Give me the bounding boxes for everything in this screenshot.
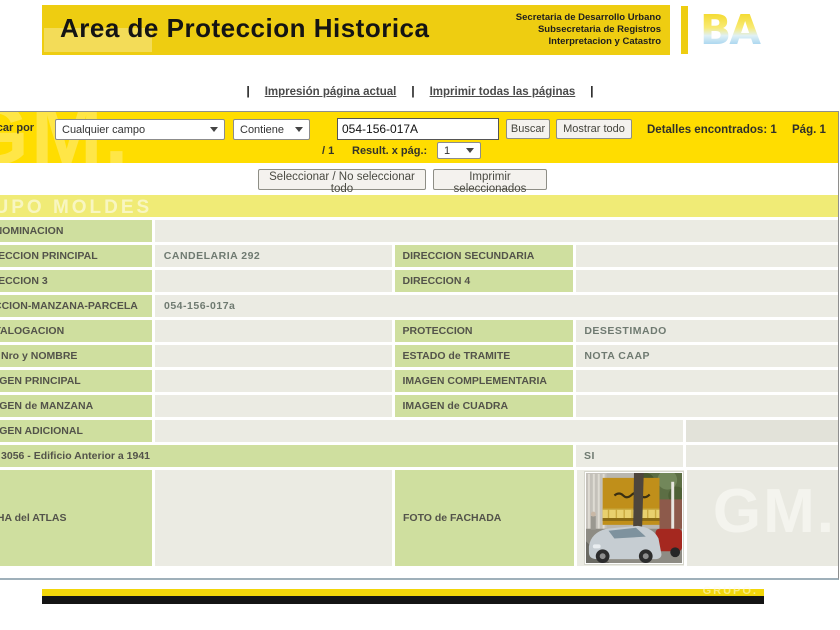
show-all-button[interactable]: Mostrar todo: [556, 119, 632, 139]
field-label-proteccion: PROTECCION: [395, 320, 574, 342]
foto-de-fachada-cell: [577, 470, 684, 566]
ba-logo: BA: [700, 8, 768, 52]
field-label-ley-3056: Ley 3056 - Edificio Anterior a 1941: [0, 445, 573, 467]
table-row: CATALOGACION PROTECCION DESESTIMADO: [0, 320, 838, 342]
facade-photo[interactable]: [584, 471, 684, 565]
table-row: Ley Nro y NOMBRE ESTADO de TRAMITE NOTA …: [0, 345, 838, 367]
chevron-down-icon: [295, 127, 303, 132]
actions-row: Seleccionar / No seleccionar todo Imprim…: [0, 163, 838, 195]
table-row: IMAGEN de MANZANA IMAGEN de CUADRA: [0, 395, 838, 417]
field-value-ficha-del-atlas: [155, 470, 392, 566]
field-label-foto-de-fachada: FOTO de FACHADA: [395, 470, 574, 566]
table-filler: [686, 445, 838, 467]
of-pages-label: / 1: [322, 145, 334, 157]
field-value-ley-nro-nombre: [155, 345, 392, 367]
grupo-moldes-watermark: GRUPO MOLDES: [0, 197, 152, 217]
banner-background: Area de Proteccion Historica Secretaria …: [42, 5, 670, 55]
field-value-imagen-adicional: [155, 420, 683, 442]
table-row: DIRECCION 3 DIRECCION 4: [0, 270, 838, 292]
field-label-direccion-secundaria: DIRECCION SECUNDARIA: [395, 245, 574, 267]
page-indicator: Pág. 1: [792, 124, 826, 136]
field-label-catalogacion: CATALOGACION: [0, 320, 152, 342]
field-value-imagen-principal: [155, 370, 392, 392]
print-selected-button[interactable]: Imprimir seleccionados: [433, 169, 547, 190]
results-per-page-label: Result. x pág.:: [352, 145, 427, 157]
chevron-down-icon: [210, 127, 218, 132]
gm-watermark: GM.: [713, 476, 836, 547]
field-value-direccion-4: [576, 270, 838, 292]
field-label-direccion-3: DIRECCION 3: [0, 270, 152, 292]
field-value-denominacion: [155, 220, 838, 242]
table-filler: GM.: [687, 470, 838, 566]
record-table: DENOMINACION DIRECCION PRINCIPAL CANDELA…: [0, 220, 838, 566]
field-value-direccion-secundaria: [576, 245, 838, 267]
grupo-watermark: GRUPO.: [703, 585, 758, 597]
table-row: FICHA del ATLAS FOTO de FACHADA: [0, 470, 838, 566]
table-row: DENOMINACION: [0, 220, 838, 242]
select-all-button[interactable]: Seleccionar / No seleccionar todo: [258, 169, 426, 190]
field-label-direccion-4: DIRECCION 4: [395, 270, 574, 292]
page-title: Area de Proteccion Historica: [60, 13, 429, 44]
footer: GRUPO.: [42, 589, 764, 604]
divider-band: GRUPO MOLDES: [0, 195, 838, 217]
search-operator-select[interactable]: Contiene: [233, 119, 310, 140]
field-value-catalogacion: [155, 320, 392, 342]
table-row: Ley 3056 - Edificio Anterior a 1941 SI: [0, 445, 838, 467]
banner-divider: [681, 6, 688, 54]
field-value-imagen-complementaria: [576, 370, 838, 392]
field-label-seccion-manzana-parcela: SECCION-MANZANA-PARCELA: [0, 295, 152, 317]
field-value-seccion-manzana-parcela: 054-156-017a: [155, 295, 838, 317]
org-line-2: Subsecretaria de Registros: [516, 24, 661, 36]
field-label-denominacion: DENOMINACION: [0, 220, 152, 242]
field-label-ficha-del-atlas: FICHA del ATLAS: [0, 470, 152, 566]
field-value-proteccion: DESESTIMADO: [576, 320, 838, 342]
print-all-pages-link[interactable]: Imprimir todas las páginas: [430, 86, 576, 98]
field-label-direccion-principal: DIRECCION PRINCIPAL: [0, 245, 152, 267]
field-value-ley-3056: SI: [576, 445, 683, 467]
app-banner: Area de Proteccion Historica Secretaria …: [42, 5, 768, 55]
field-value-estado-de-tramite: NOTA CAAP: [576, 345, 838, 367]
search-button[interactable]: Buscar: [506, 119, 550, 139]
field-value-direccion-principal: CANDELARIA 292: [155, 245, 392, 267]
field-label-estado-de-tramite: ESTADO de TRAMITE: [395, 345, 574, 367]
ba-logo-text: BA: [700, 8, 761, 52]
field-label-imagen-adicional: IMAGEN ADICIONAL: [0, 420, 152, 442]
field-label-imagen-principal: IMAGEN PRINCIPAL: [0, 370, 152, 392]
field-label-ley-nro-nombre: Ley Nro y NOMBRE: [0, 345, 152, 367]
separator-pipe: |: [411, 86, 414, 98]
table-row: IMAGEN PRINCIPAL IMAGEN COMPLEMENTARIA: [0, 370, 838, 392]
field-label-imagen-complementaria: IMAGEN COMPLEMENTARIA: [395, 370, 574, 392]
details-found-count: Detalles encontrados: 1: [647, 124, 777, 136]
search-field-select[interactable]: Cualquier campo: [55, 119, 225, 140]
field-value-imagen-de-manzana: [155, 395, 392, 417]
table-row: DIRECCION PRINCIPAL CANDELARIA 292 DIREC…: [0, 245, 838, 267]
org-lines: Secretaria de Desarrollo Urbano Subsecre…: [516, 12, 661, 48]
print-current-page-link[interactable]: Impresión página actual: [265, 86, 397, 98]
results-per-page-value: 1: [444, 145, 450, 157]
search-field-value: Cualquier campo: [62, 124, 145, 136]
separator-pipe: |: [246, 86, 249, 98]
results-per-page-select[interactable]: 1: [437, 142, 481, 159]
separator-pipe: |: [590, 86, 593, 98]
field-label-imagen-de-manzana: IMAGEN de MANZANA: [0, 395, 152, 417]
table-row: IMAGEN ADICIONAL: [0, 420, 838, 442]
field-value-imagen-de-cuadra: [576, 395, 838, 417]
field-value-direccion-3: [155, 270, 392, 292]
table-filler: [686, 420, 838, 442]
search-bar: GM. Buscar por Cualquier campo Contiene …: [0, 112, 838, 163]
page: Area de Proteccion Historica Secretaria …: [0, 0, 840, 630]
org-line-3: Interpretacion y Catastro: [516, 36, 661, 48]
field-label-imagen-de-cuadra: IMAGEN de CUADRA: [395, 395, 574, 417]
search-query-input[interactable]: [337, 118, 499, 140]
search-operator-value: Contiene: [240, 124, 284, 136]
org-line-1: Secretaria de Desarrollo Urbano: [516, 12, 661, 24]
print-links-row: | Impresión página actual | Imprimir tod…: [0, 86, 840, 98]
table-row: SECCION-MANZANA-PARCELA 054-156-017a: [0, 295, 838, 317]
footer-black-bar: [42, 596, 764, 604]
footer-yellow-bar: GRUPO.: [42, 589, 764, 596]
results-frame: GM. Buscar por Cualquier campo Contiene …: [0, 111, 839, 580]
search-by-label: Buscar por: [0, 122, 34, 134]
chevron-down-icon: [466, 148, 474, 153]
